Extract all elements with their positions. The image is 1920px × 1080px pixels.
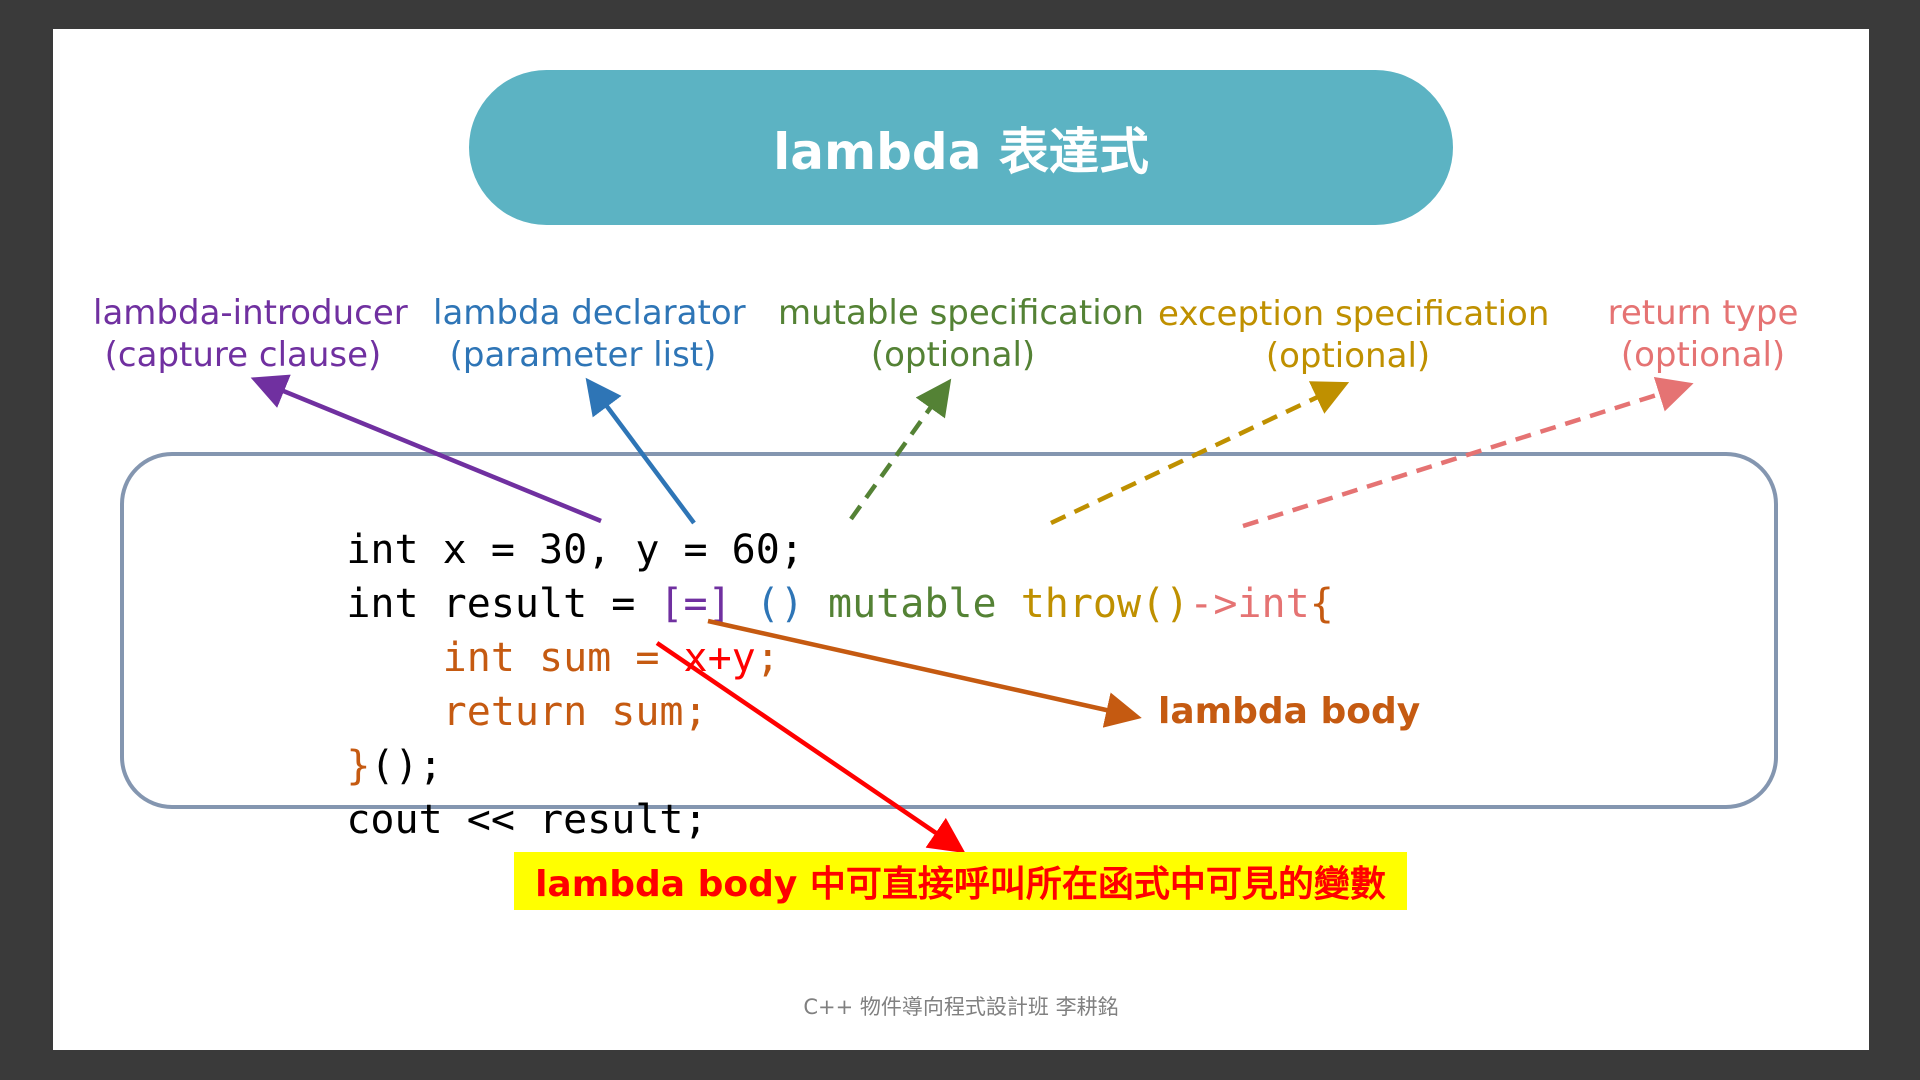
footer-text: C++ 物件導向程式設計班 李耕銘 <box>803 995 1119 1019</box>
note-text: lambda body 中可直接呼叫所在函式中可見的變數 <box>535 864 1386 905</box>
slide: lambda 表達式 lambda-introducer (capture cl… <box>53 29 1869 1050</box>
highlight-note: lambda body 中可直接呼叫所在函式中可見的變數 <box>514 852 1407 910</box>
arrow-visible-variables <box>655 641 966 854</box>
arrow-exception <box>1050 381 1350 526</box>
arrow-return-type <box>1242 376 1694 529</box>
lambda-body-label: lambda body <box>1158 691 1421 732</box>
arrow-lambda-body <box>707 618 1142 728</box>
arrow-parameter-list <box>585 377 696 525</box>
arrow-mutable <box>849 378 952 521</box>
arrow-capture-clause <box>250 374 602 524</box>
